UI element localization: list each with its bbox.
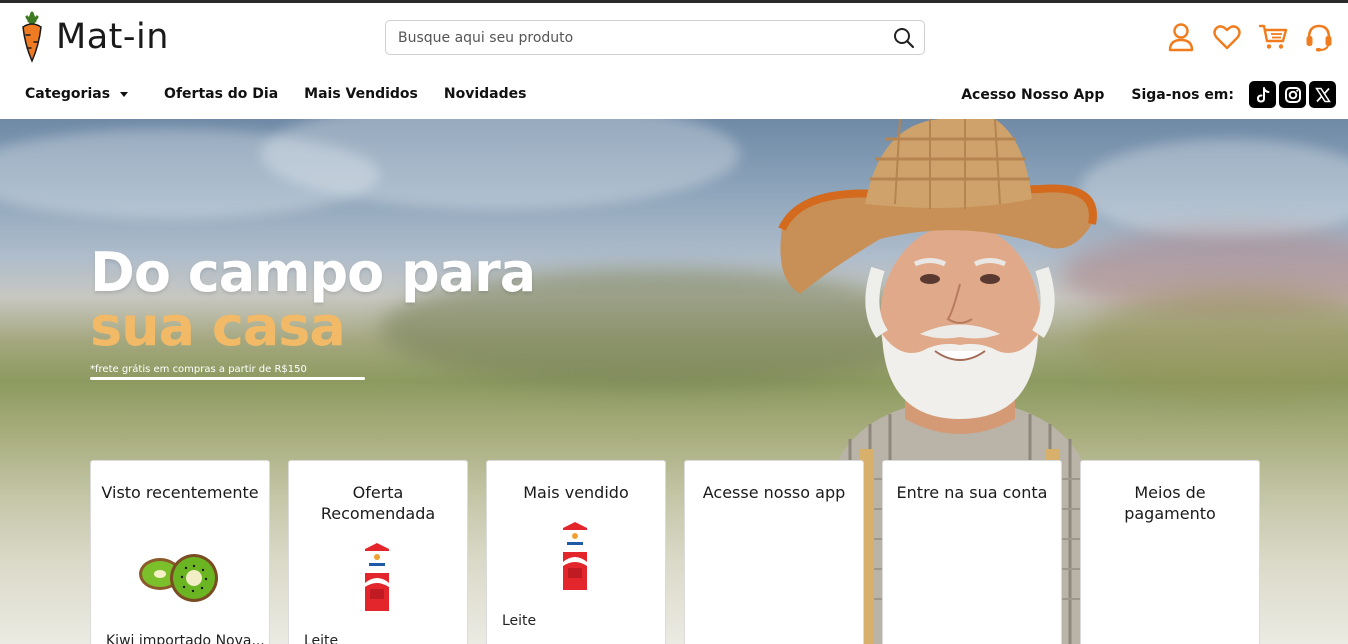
card-caption: Leite <box>502 613 537 629</box>
header: Mat-in <box>0 3 1348 73</box>
card-caption: Kiwi importado Nova... <box>106 633 265 644</box>
milk-carton-image <box>563 522 587 590</box>
x-icon[interactable] <box>1309 81 1336 108</box>
card-title: Acesse nosso app <box>702 483 846 502</box>
heart-icon[interactable] <box>1211 21 1243 53</box>
card-payment-methods[interactable]: Meios de pagamento <box>1080 460 1260 644</box>
card-title: Meios de pagamento <box>1124 483 1216 523</box>
card-title: Visto recentemente <box>101 483 259 502</box>
hero-title-line2: sua casa <box>90 295 346 358</box>
search-input[interactable] <box>386 21 886 54</box>
header-actions <box>1165 21 1335 53</box>
card-title: Entre na sua conta <box>896 483 1048 502</box>
hero-banner: Do campo para sua casa *frete grátis em … <box>0 119 1348 644</box>
milk-carton-image <box>365 543 389 611</box>
nav-right: Acesso Nosso App Siga-nos em: <box>961 81 1336 108</box>
hero-title: Do campo para sua casa <box>90 241 536 358</box>
free-shipping-note: *frete grátis em compras a partir de R$1… <box>90 364 307 375</box>
quick-cards: Visto recentemente Kiwi importado Nova..… <box>90 460 1260 644</box>
nav-left: Categorias Ofertas do Dia Mais Vendidos … <box>25 86 526 102</box>
follow-label: Siga-nos em: <box>1131 86 1234 103</box>
hero-underline <box>90 377 365 380</box>
categories-label: Categorias <box>25 86 111 102</box>
card-recommended-offer[interactable]: Oferta Recomendada Leite <box>288 460 468 644</box>
nav-best-sellers[interactable]: Mais Vendidos <box>304 86 418 102</box>
cloud <box>1080 139 1348 239</box>
search-bar <box>385 20 925 55</box>
card-recently-viewed[interactable]: Visto recentemente Kiwi importado Nova..… <box>90 460 270 644</box>
card-title: Oferta Recomendada <box>320 483 436 523</box>
carrot-icon <box>20 11 44 63</box>
card-sign-in[interactable]: Entre na sua conta <box>882 460 1062 644</box>
caret-down-icon <box>120 91 129 97</box>
nav-offers[interactable]: Ofertas do Dia <box>164 86 278 102</box>
kiwi-image <box>139 554 218 602</box>
instagram-icon[interactable] <box>1279 81 1306 108</box>
logo[interactable]: Mat-in <box>20 11 169 63</box>
headset-icon[interactable] <box>1303 21 1335 53</box>
card-title: Mais vendido <box>523 483 629 502</box>
nav-news[interactable]: Novidades <box>444 86 527 102</box>
logo-text: Mat-in <box>56 17 169 57</box>
tiktok-icon[interactable] <box>1249 81 1276 108</box>
user-icon[interactable] <box>1165 21 1197 53</box>
nav-app-link[interactable]: Acesso Nosso App <box>961 87 1104 103</box>
card-access-app[interactable]: Acesse nosso app <box>684 460 864 644</box>
search-icon[interactable] <box>892 26 916 50</box>
card-best-seller[interactable]: Mais vendido Leite <box>486 460 666 644</box>
categories-dropdown[interactable]: Categorias <box>25 86 129 102</box>
card-caption: Leite <box>304 633 339 644</box>
cart-icon[interactable] <box>1257 21 1289 53</box>
main-nav: Categorias Ofertas do Dia Mais Vendidos … <box>0 73 1348 119</box>
hero-title-line1: Do campo para <box>90 241 536 304</box>
